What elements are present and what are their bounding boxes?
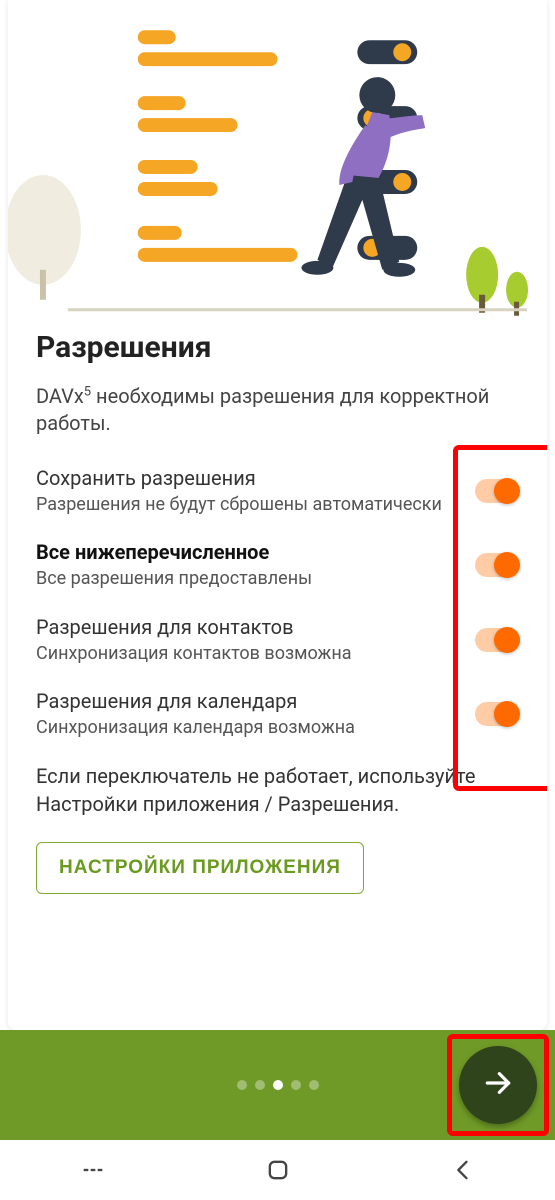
toggle-knob-icon — [494, 627, 520, 653]
permission-desc: Разрешения не будут сброшены автоматичес… — [36, 493, 459, 517]
app-settings-button[interactable]: НАСТРОЙКИ ПРИЛОЖЕНИЯ — [36, 842, 364, 894]
permission-desc: Синхронизация календаря возможна — [36, 716, 459, 740]
permissions-illustration — [8, 0, 547, 330]
pager-dot[interactable] — [237, 1080, 247, 1090]
system-nav-bar — [0, 1140, 555, 1200]
permission-toggle[interactable] — [475, 628, 519, 652]
pager-dot[interactable] — [309, 1080, 319, 1090]
permission-row: Разрешения для календаряСинхронизация ка… — [36, 688, 519, 740]
pager-dot[interactable] — [255, 1080, 265, 1090]
permission-title: Разрешения для контактов — [36, 614, 459, 640]
permission-toggle[interactable] — [475, 553, 519, 577]
permission-row: Сохранить разрешенияРазрешения не будут … — [36, 465, 519, 517]
permission-desc: Синхронизация контактов возможна — [36, 642, 459, 666]
permissions-list: Сохранить разрешенияРазрешения не будут … — [36, 465, 519, 740]
permission-title: Все нижеперечисленное — [36, 539, 459, 565]
screen: Разрешения DAVx5 необходимы разрешения д… — [0, 0, 555, 1200]
permissions-info-text: Если переключатель не работает, использу… — [36, 762, 519, 818]
toggle-knob-icon — [494, 701, 520, 727]
arrow-right-icon — [482, 1067, 514, 1103]
permission-row: Разрешения для контактовСинхронизация ко… — [36, 614, 519, 666]
nav-home-icon[interactable] — [264, 1156, 292, 1184]
onboarding-bottom-bar — [0, 1030, 555, 1140]
toggle-knob-icon — [494, 552, 520, 578]
toggle-knob-icon — [494, 478, 520, 504]
nav-back-icon[interactable] — [449, 1156, 477, 1184]
content-area: Разрешения DAVx5 необходимы разрешения д… — [8, 330, 547, 1030]
permission-text: Все нижеперечисленноеВсе разрешения пред… — [36, 539, 475, 591]
pager-dot[interactable] — [273, 1080, 283, 1090]
permission-text: Разрешения для контактовСинхронизация ко… — [36, 614, 475, 666]
permission-toggle[interactable] — [475, 479, 519, 503]
page-title: Разрешения — [36, 330, 519, 365]
page-subtitle: DAVx5 необходимы разрешения для корректн… — [36, 383, 519, 437]
next-fab[interactable] — [459, 1046, 537, 1124]
pager-dot[interactable] — [291, 1080, 301, 1090]
permission-row: Все нижеперечисленноеВсе разрешения пред… — [36, 539, 519, 591]
permission-title: Разрешения для календаря — [36, 688, 459, 714]
nav-recents-icon[interactable] — [79, 1156, 107, 1184]
permission-toggle[interactable] — [475, 702, 519, 726]
permission-text: Сохранить разрешенияРазрешения не будут … — [36, 465, 475, 517]
onboarding-card: Разрешения DAVx5 необходимы разрешения д… — [8, 0, 547, 1030]
permission-title: Сохранить разрешения — [36, 465, 459, 491]
pager-dots — [237, 1080, 319, 1090]
permission-text: Разрешения для календаряСинхронизация ка… — [36, 688, 475, 740]
permission-desc: Все разрешения предоставлены — [36, 567, 459, 591]
